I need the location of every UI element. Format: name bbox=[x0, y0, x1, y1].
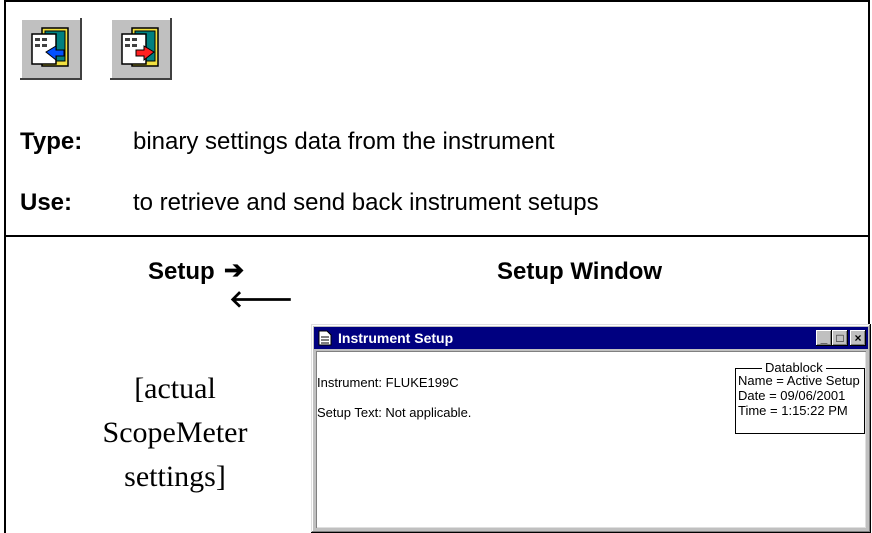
type-text: binary settings data from the instrument bbox=[133, 128, 555, 155]
instrument-setup-window: Instrument Setup _ □ × Instrument: FLUKE… bbox=[311, 324, 871, 533]
retrieve-setup-icon bbox=[31, 27, 69, 67]
datablock-group: Datablock Name = Active Setup Date = 09/… bbox=[735, 360, 865, 434]
arrow-right-icon: ➔ bbox=[224, 257, 245, 284]
setup-window-heading: Setup Window bbox=[497, 258, 663, 285]
datablock-time: Time = 1:15:22 PM bbox=[738, 403, 848, 418]
send-setup-icon bbox=[121, 27, 159, 67]
section-divider bbox=[4, 235, 870, 237]
window-titlebar[interactable]: Instrument Setup _ □ × bbox=[314, 327, 868, 349]
window-client-area: Instrument: FLUKE199C Setup Text: Not ap… bbox=[316, 351, 866, 528]
retrieve-setup-button[interactable] bbox=[20, 18, 82, 80]
arrow-left-icon: 🡐 bbox=[229, 286, 294, 313]
type-label: Type: bbox=[20, 128, 83, 155]
send-setup-button[interactable] bbox=[110, 18, 172, 80]
use-label: Use: bbox=[20, 189, 73, 216]
window-title: Instrument Setup bbox=[338, 330, 454, 346]
datablock-legend: Datablock bbox=[762, 360, 826, 375]
maximize-button[interactable]: □ bbox=[832, 330, 848, 346]
datablock-date: Date = 09/06/2001 bbox=[738, 388, 846, 403]
datablock-name: Name = Active Setup bbox=[738, 373, 860, 388]
setup-text-line: Setup Text: Not applicable. bbox=[317, 405, 472, 420]
close-button[interactable]: × bbox=[850, 330, 866, 346]
setup-heading: Setup bbox=[148, 258, 215, 285]
use-text: to retrieve and send back instrument set… bbox=[133, 189, 599, 216]
instrument-line: Instrument: FLUKE199C bbox=[317, 375, 459, 390]
scopemeter-settings-note: [actual ScopeMeter settings] bbox=[102, 372, 248, 493]
minimize-button[interactable]: _ bbox=[816, 330, 832, 346]
document-icon bbox=[318, 330, 332, 346]
